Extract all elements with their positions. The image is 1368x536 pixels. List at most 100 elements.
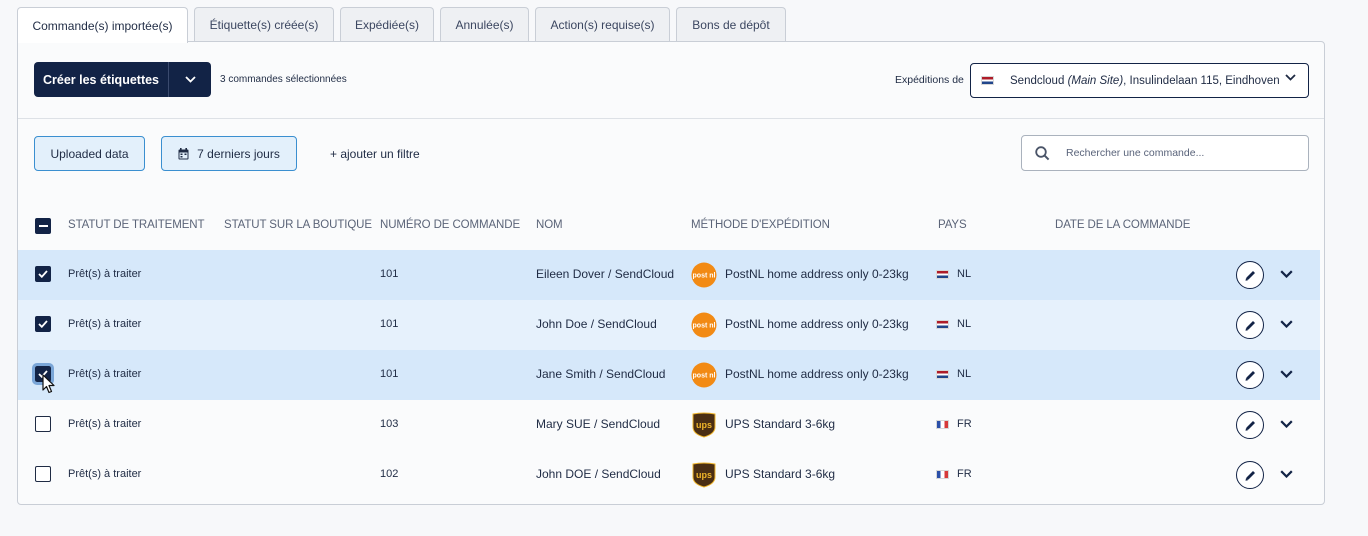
svg-text:ups: ups bbox=[696, 470, 712, 480]
row-name: John Doe / SendCloud bbox=[536, 317, 657, 331]
svg-text:post nl: post nl bbox=[693, 323, 716, 330]
row-country: FR bbox=[936, 418, 972, 430]
expand-row-button[interactable] bbox=[1278, 366, 1294, 382]
row-checkbox[interactable] bbox=[35, 266, 51, 282]
create-labels-dropdown-toggle[interactable] bbox=[169, 62, 211, 97]
table-row[interactable]: Prêt(s) à traiter 101 Eileen Dover / SendC… bbox=[18, 250, 1320, 300]
row-shipping-method: PostNL home address only 0-23kg bbox=[725, 367, 909, 381]
row-country-code: NL bbox=[957, 368, 972, 380]
row-name: Mary SUE / SendCloud bbox=[536, 417, 661, 431]
checkmark-icon bbox=[38, 270, 48, 278]
order-tabs: Commande(s) importée(s) Étiquette(s) cré… bbox=[17, 7, 786, 43]
row-status: Prêt(s) à traiter bbox=[68, 268, 142, 280]
svg-text:post nl: post nl bbox=[693, 373, 716, 380]
postnl-logo-icon: post nl bbox=[691, 262, 717, 288]
shipments-from-label: Expéditions de bbox=[895, 74, 964, 86]
chevron-down-icon bbox=[184, 76, 196, 83]
table-row[interactable]: Prêt(s) à traiter 101 Jane Smith / SendClo… bbox=[18, 350, 1320, 400]
row-order-number: 101 bbox=[380, 268, 399, 280]
row-country: NL bbox=[936, 318, 971, 330]
table-header: STATUT DE TRAITEMENT STATUT SUR LA BOUTI… bbox=[18, 207, 1324, 247]
row-name: Eileen Dover / SendCloud bbox=[536, 267, 675, 281]
chevron-down-icon bbox=[1279, 470, 1293, 478]
search-icon bbox=[1022, 145, 1062, 161]
date-range-label: 7 derniers jours bbox=[197, 146, 280, 161]
expand-row-button[interactable] bbox=[1278, 316, 1294, 332]
row-order-number: 103 bbox=[380, 418, 399, 430]
row-shipping-method: UPS Standard 3-6kg bbox=[725, 417, 836, 431]
search-input[interactable] bbox=[1066, 147, 1296, 159]
netherlands-flag-icon bbox=[936, 319, 949, 329]
table-row[interactable]: Prêt(s) à traiter 102 John DOE / SendCloud… bbox=[18, 450, 1320, 500]
table-row[interactable]: Prêt(s) à traiter 101 John Doe / SendCloud… bbox=[18, 300, 1320, 350]
row-country-code: FR bbox=[957, 468, 972, 480]
svg-text:post nl: post nl bbox=[693, 273, 716, 280]
chevron-down-icon bbox=[1285, 74, 1296, 81]
mouse-cursor-icon bbox=[42, 374, 55, 394]
chevron-down-icon bbox=[1279, 270, 1293, 278]
france-flag-icon bbox=[936, 419, 949, 429]
column-name[interactable]: NOM bbox=[536, 219, 563, 231]
row-country-code: FR bbox=[957, 418, 972, 430]
row-name: Jane Smith / SendCloud bbox=[536, 367, 666, 381]
checkmark-icon bbox=[38, 320, 48, 328]
chevron-down-icon bbox=[1279, 420, 1293, 428]
edit-order-button[interactable] bbox=[1236, 311, 1264, 339]
table-row[interactable]: Prêt(s) à traiter 103 Mary SUE / SendCloud… bbox=[18, 400, 1320, 450]
row-checkbox[interactable] bbox=[35, 416, 51, 432]
tab-labels-created[interactable]: Étiquette(s) créée(s) bbox=[194, 7, 334, 42]
expand-row-button[interactable] bbox=[1278, 266, 1294, 282]
calendar-icon bbox=[178, 147, 189, 159]
column-country[interactable]: PAYS bbox=[938, 219, 967, 231]
netherlands-flag-icon bbox=[936, 369, 949, 379]
edit-order-button[interactable] bbox=[1236, 261, 1264, 289]
uploaded-data-filter[interactable]: Uploaded data bbox=[34, 136, 145, 171]
row-status: Prêt(s) à traiter bbox=[68, 468, 142, 480]
column-order-date[interactable]: DATE DE LA COMMANDE bbox=[1055, 219, 1190, 231]
column-order-number[interactable]: NUMÉRO DE COMMANDE bbox=[380, 219, 520, 231]
row-country-code: NL bbox=[957, 268, 972, 280]
row-order-number: 101 bbox=[380, 318, 399, 330]
row-checkbox[interactable] bbox=[35, 466, 51, 482]
chevron-down-icon bbox=[1279, 320, 1293, 328]
pencil-icon bbox=[1245, 420, 1255, 431]
row-order-number: 102 bbox=[380, 468, 399, 480]
edit-order-button[interactable] bbox=[1236, 461, 1264, 489]
tab-action-required[interactable]: Action(s) requise(s) bbox=[535, 7, 670, 42]
tab-deposit-slips[interactable]: Bons de dépôt bbox=[676, 7, 786, 42]
row-checkbox[interactable] bbox=[35, 316, 51, 332]
tab-shipped[interactable]: Expédiée(s) bbox=[340, 7, 434, 42]
expand-row-button[interactable] bbox=[1278, 416, 1294, 432]
tab-imported[interactable]: Commande(s) importée(s) bbox=[17, 7, 188, 43]
pencil-icon bbox=[1245, 270, 1255, 281]
create-labels-label[interactable]: Créer les étiquettes bbox=[34, 62, 169, 97]
sender-address-select[interactable]: Sendcloud (Main Site), Insulindelaan 115… bbox=[970, 63, 1309, 98]
row-country-code: NL bbox=[957, 318, 972, 330]
row-name: John DOE / SendCloud bbox=[536, 467, 661, 481]
expand-row-button[interactable] bbox=[1278, 466, 1294, 482]
add-filter-link[interactable]: + ajouter un filtre bbox=[330, 147, 420, 161]
date-range-filter[interactable]: 7 derniers jours bbox=[161, 136, 297, 171]
row-shipping-method: PostNL home address only 0-23kg bbox=[725, 267, 909, 281]
select-all-checkbox[interactable] bbox=[35, 218, 51, 234]
ups-logo-icon: ups bbox=[692, 462, 716, 488]
sender-address-value: Sendcloud (Main Site), Insulindelaan 115… bbox=[1010, 74, 1280, 87]
netherlands-flag-icon bbox=[936, 269, 949, 279]
column-status[interactable]: STATUT DE TRAITEMENT bbox=[68, 219, 205, 231]
edit-order-button[interactable] bbox=[1236, 411, 1264, 439]
tab-cancelled[interactable]: Annulée(s) bbox=[440, 7, 529, 42]
column-shop-status[interactable]: STATUT SUR LA BOUTIQUE bbox=[224, 219, 372, 231]
svg-text:ups: ups bbox=[696, 420, 712, 430]
row-country: NL bbox=[936, 368, 971, 380]
edit-order-button[interactable] bbox=[1236, 361, 1264, 389]
netherlands-flag-icon bbox=[981, 76, 994, 85]
row-shipping-method: PostNL home address only 0-23kg bbox=[725, 317, 909, 331]
row-country: NL bbox=[936, 268, 971, 280]
order-search[interactable] bbox=[1021, 135, 1309, 171]
orders-panel: Créer les étiquettes 3 commandes sélecti… bbox=[17, 41, 1325, 505]
column-shipping-method[interactable]: MÉTHODE D'EXPÉDITION bbox=[691, 219, 830, 231]
row-status: Prêt(s) à traiter bbox=[68, 368, 142, 380]
create-labels-button[interactable]: Créer les étiquettes bbox=[34, 62, 211, 97]
france-flag-icon bbox=[936, 469, 949, 479]
row-status: Prêt(s) à traiter bbox=[68, 418, 142, 430]
